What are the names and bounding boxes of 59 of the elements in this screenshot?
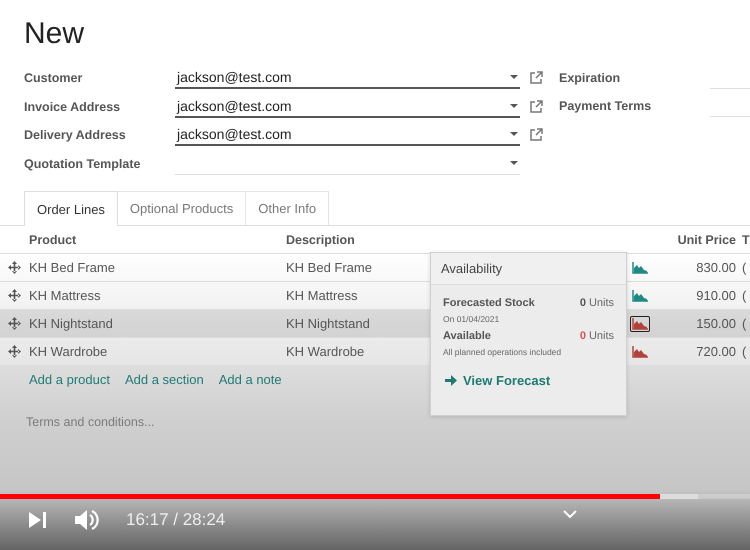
external-link-icon[interactable]: [529, 128, 543, 142]
arrow-right-icon: [445, 375, 457, 386]
column-header: Unit Price: [678, 232, 736, 246]
popover-title: Availability: [431, 253, 626, 285]
table-cell: 830.00: [696, 260, 736, 275]
volume-icon[interactable]: [74, 508, 100, 532]
table-cell-text: (: [741, 260, 746, 275]
table-cell: KH Mattress: [29, 288, 101, 303]
caret-icon: [510, 75, 518, 80]
add-link[interactable]: Add a note: [218, 372, 282, 387]
field-label: Quotation Template: [24, 156, 142, 171]
table-cell-text: (: [741, 288, 746, 303]
table-cell: KH Bed Frame: [286, 260, 372, 275]
add-link[interactable]: Add a product: [29, 372, 110, 387]
forecast-chart-icon[interactable]: [630, 316, 650, 332]
page-title: New: [24, 16, 86, 52]
column-header: T: [741, 232, 750, 246]
column-header: Description: [286, 232, 355, 246]
drag-handle-icon[interactable]: [8, 289, 21, 302]
stock-note: All planned operations included: [443, 347, 562, 357]
table-cell: KH Nightstand: [29, 316, 113, 331]
next-icon[interactable]: [28, 511, 48, 529]
add-link[interactable]: Add a section: [124, 372, 204, 387]
table-cell: KH Wardrobe: [29, 344, 108, 359]
external-link-icon[interactable]: [529, 100, 543, 114]
stock-quantity: 0 Units: [580, 297, 614, 309]
dropdown-field[interactable]: jackson@test.com: [175, 67, 520, 90]
caret-icon: [510, 104, 518, 108]
stock-label: Forecasted Stock: [443, 297, 535, 309]
table-cell: KH Nightstand: [286, 316, 370, 331]
caret-icon: [510, 132, 518, 136]
stock-note: On 01/04/2021: [443, 314, 500, 324]
table-cell: KH Mattress: [286, 288, 358, 303]
column-header: Product: [29, 232, 76, 246]
table-cell: KH Bed Frame: [29, 260, 115, 275]
table-cell: 150.00: [696, 316, 736, 331]
tab[interactable]: Other Info: [245, 191, 330, 225]
field-label: Expiration: [559, 71, 622, 85]
drag-handle-icon[interactable]: [8, 317, 21, 330]
dropdown-field[interactable]: jackson@test.com: [175, 124, 520, 146]
field-label: Invoice Address: [24, 100, 122, 114]
dropdown-field[interactable]: jackson@test.com: [175, 96, 520, 118]
view-forecast-button[interactable]: View Forecast: [441, 371, 554, 390]
table-cell-text: (: [741, 344, 746, 359]
field-label: Customer: [24, 71, 84, 86]
chevron-down-icon[interactable]: [563, 510, 577, 519]
tab[interactable]: Order Lines: [24, 191, 118, 226]
drag-handle-icon[interactable]: [8, 345, 21, 358]
table-cell: KH Wardrobe: [286, 344, 364, 359]
field-label: Delivery Address: [24, 128, 127, 142]
table-cell: 910.00: [696, 288, 736, 303]
caret-icon: [510, 161, 518, 166]
external-link-icon[interactable]: [529, 71, 543, 86]
drag-handle-icon[interactable]: [8, 261, 21, 274]
table-cell: 720.00: [696, 344, 736, 359]
table-cell-text: (: [741, 316, 746, 331]
terms-field[interactable]: Terms and conditions...: [24, 415, 428, 429]
time-display: 16:17 / 28:24: [126, 510, 226, 530]
field-label: Payment Terms: [559, 99, 652, 113]
